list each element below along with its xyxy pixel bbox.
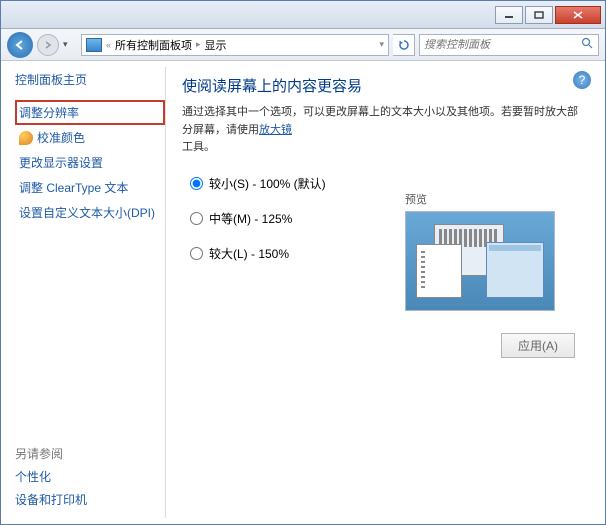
sidebar-footer-personalize[interactable]: 个性化: [15, 468, 165, 485]
breadcrumb-current[interactable]: 显示: [205, 37, 227, 53]
apply-button[interactable]: 应用(A): [501, 333, 575, 358]
sidebar: 控制面板主页 调整分辨率 校准颜色 更改显示器设置 调整 ClearType 文…: [1, 61, 165, 524]
page-title: 使阅读屏幕上的内容更容易: [182, 75, 585, 96]
preview-window-icon: [486, 242, 544, 298]
address-bar[interactable]: « 所有控制面板项 ▸ 显示 ▾: [81, 34, 389, 56]
search-box[interactable]: [419, 34, 599, 56]
option-label: 较小(S) - 100% (默认): [209, 175, 326, 192]
sidebar-item-calibrate[interactable]: 校准颜色: [15, 125, 165, 150]
control-panel-icon: [86, 38, 102, 52]
breadcrumb-parent[interactable]: 所有控制面板项: [115, 37, 192, 53]
preview-label: 预览: [405, 191, 575, 207]
body-area: 控制面板主页 调整分辨率 校准颜色 更改显示器设置 调整 ClearType 文…: [1, 61, 605, 524]
close-button[interactable]: [555, 6, 601, 24]
magnifier-link[interactable]: 放大镜: [259, 124, 292, 136]
sidebar-item-label: 校准颜色: [37, 129, 85, 146]
breadcrumb-separator-icon: «: [106, 40, 111, 50]
option-label: 中等(M) - 125%: [209, 210, 292, 227]
titlebar: [1, 1, 605, 29]
option-label: 较大(L) - 150%: [209, 245, 289, 262]
address-dropdown-icon[interactable]: ▾: [379, 39, 384, 50]
maximize-button[interactable]: [525, 6, 553, 24]
nav-history-dropdown[interactable]: ▾: [63, 39, 77, 50]
refresh-button[interactable]: [393, 34, 415, 56]
preview-window-icon: [416, 244, 462, 298]
search-input[interactable]: [424, 39, 581, 51]
preview-section: 预览: [405, 191, 575, 311]
radio-small[interactable]: [190, 177, 203, 190]
search-icon: [581, 37, 594, 52]
sidebar-heading[interactable]: 控制面板主页: [15, 71, 165, 88]
sidebar-item-dpi[interactable]: 设置自定义文本大小(DPI): [15, 200, 165, 225]
sidebar-item-cleartype[interactable]: 调整 ClearType 文本: [15, 175, 165, 200]
sidebar-footer-devices[interactable]: 设备和打印机: [15, 491, 165, 508]
content-area: ? 使阅读屏幕上的内容更容易 通过选择其中一个选项，可以更改屏幕上的文本大小以及…: [166, 61, 605, 524]
sidebar-item-resolution[interactable]: 调整分辨率: [15, 100, 165, 125]
radio-large[interactable]: [190, 247, 203, 260]
radio-medium[interactable]: [190, 212, 203, 225]
preview-image: [405, 211, 555, 311]
minimize-button[interactable]: [495, 6, 523, 24]
breadcrumb-chevron-icon: ▸: [196, 39, 201, 50]
nav-forward-button[interactable]: [37, 34, 59, 56]
desc-text-post: 工具。: [182, 141, 215, 153]
help-icon[interactable]: ?: [573, 71, 591, 89]
navbar: ▾ « 所有控制面板项 ▸ 显示 ▾: [1, 29, 605, 61]
control-panel-window: ▾ « 所有控制面板项 ▸ 显示 ▾ 控制面板主页 调整分辨率 校准颜色 更改显…: [0, 0, 606, 525]
shield-icon: [19, 131, 33, 145]
option-small[interactable]: 较小(S) - 100% (默认): [190, 175, 585, 192]
nav-back-button[interactable]: [7, 32, 33, 58]
sidebar-footer-heading: 另请参阅: [15, 445, 165, 462]
sidebar-item-display-settings[interactable]: 更改显示器设置: [15, 150, 165, 175]
page-description: 通过选择其中一个选项，可以更改屏幕上的文本大小以及其他项。若要暂时放大部分屏幕，…: [182, 104, 585, 157]
desc-text-pre: 通过选择其中一个选项，可以更改屏幕上的文本大小以及其他项。若要暂时放大部分屏幕，…: [182, 106, 578, 136]
